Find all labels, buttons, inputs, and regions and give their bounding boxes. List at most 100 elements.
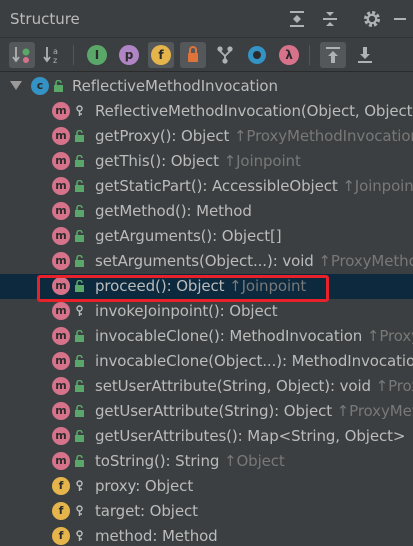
toolbar-separator (309, 45, 310, 65)
member-label: invocableClone(Object...): MethodInvocat… (95, 352, 413, 370)
method-icon: m (52, 252, 70, 270)
super-member-hint: ↑Joinpoint (223, 152, 301, 170)
tree-row[interactable]: m getArguments(): Object[] (0, 224, 413, 249)
member-signature: toString(): String (95, 452, 224, 470)
show-hierarchy-button[interactable] (212, 42, 238, 68)
tree-row[interactable]: m invokeJoinpoint(): Object (0, 299, 413, 324)
show-lambdas-button[interactable]: λ (276, 42, 302, 68)
red-highlight-box (37, 275, 329, 302)
public-lock-icon (75, 255, 84, 267)
autoscroll-from-source-button[interactable] (352, 42, 378, 68)
public-lock-icon (75, 405, 84, 417)
lambda-icon: λ (279, 45, 299, 65)
member-label: invocableClone(): MethodInvocation ↑Prox… (95, 327, 413, 345)
class-icon: c (31, 77, 49, 95)
protected-key-icon (76, 480, 83, 491)
autoscroll-to-source-button[interactable] (320, 42, 346, 68)
show-anonymous-button[interactable] (244, 42, 270, 68)
member-label: ReflectiveMethodInvocation(Object, Objec… (95, 102, 413, 120)
super-member-hint: ↑Object (223, 452, 285, 470)
member-label: getStaticPart(): AccessibleObject ↑Joinp… (95, 177, 413, 195)
tree-row[interactable]: m getUserAttribute(String): Object ↑Proxy… (0, 399, 413, 424)
tree-row[interactable]: m getStaticPart(): AccessibleObject ↑Join… (0, 174, 413, 199)
method-icon: m (52, 227, 70, 245)
member-label: getUserAttributes(): Map<String, Object> (95, 427, 405, 445)
autoscroll-to-source-icon (326, 47, 340, 63)
member-label: method: Method (95, 527, 218, 545)
tree-row[interactable]: m ReflectiveMethodInvocation(Object, Obje… (0, 99, 413, 124)
protected-key-icon (76, 505, 83, 516)
tree-row[interactable]: m invocableClone(Object...): MethodInvoca… (0, 349, 413, 374)
tree-row[interactable]: m setUserAttribute(String, Object): void … (0, 374, 413, 399)
tree-row[interactable]: f target: Object (0, 499, 413, 524)
super-member-hint: ↑Joinpoint (342, 177, 413, 195)
expand-arrow-icon[interactable] (10, 81, 22, 90)
show-inherited-button[interactable]: I (84, 42, 110, 68)
tree-row[interactable]: f method: Method (0, 524, 413, 546)
method-icon: m (52, 452, 70, 470)
sort-alphabetically-icon: a z (43, 47, 58, 65)
show-inherited-icon: I (87, 45, 107, 65)
show-properties-button[interactable]: p (116, 42, 142, 68)
expand-all-icon[interactable] (287, 9, 307, 29)
field-icon: f (52, 502, 70, 520)
super-member-hint: ↑Prox (375, 377, 413, 395)
member-label: getUserAttribute(String): Object ↑ProxyM… (95, 402, 413, 420)
gear-icon[interactable] (362, 9, 382, 29)
member-signature: target: Object (95, 502, 198, 520)
tree-row[interactable]: m getThis(): Object ↑Joinpoint (0, 149, 413, 174)
sort-by-visibility-button[interactable] (9, 42, 35, 68)
member-signature: setUserAttribute(String, Object): void (95, 377, 376, 395)
member-signature: getProxy(): Object (95, 127, 234, 145)
method-icon: m (52, 152, 70, 170)
tree-root-row[interactable]: c ReflectiveMethodInvocation (0, 74, 413, 99)
lock-icon (188, 46, 198, 62)
tree-row[interactable]: m setArguments(Object...): void ↑ProxyMet… (0, 249, 413, 274)
sort-by-visibility-icon (12, 47, 30, 63)
protected-key-icon (76, 530, 83, 541)
sort-alphabetically-button[interactable]: a z (40, 42, 66, 68)
tree-row[interactable]: m getMethod(): Method (0, 199, 413, 224)
tree-row[interactable]: m getUserAttributes(): Map<String, Object… (0, 424, 413, 449)
member-signature: ReflectiveMethodInvocation(Object, Objec… (95, 102, 413, 120)
show-fields-button[interactable]: f (148, 42, 174, 68)
member-label: getProxy(): Object ↑ProxyMethodInvocatio… (95, 127, 413, 145)
member-signature: getMethod(): Method (95, 202, 252, 220)
svg-text:a: a (53, 47, 58, 56)
tree-row[interactable]: m getProxy(): Object ↑ProxyMethodInvocati… (0, 124, 413, 149)
show-fields-icon: f (151, 45, 171, 65)
public-lock-icon (75, 180, 84, 192)
collapse-all-icon[interactable] (320, 9, 340, 29)
super-member-hint: ↑ProxyMet (336, 402, 413, 420)
method-icon: m (52, 127, 70, 145)
show-properties-icon: p (119, 45, 139, 65)
method-icon: m (52, 302, 70, 320)
tree-row[interactable]: f proxy: Object (0, 474, 413, 499)
public-lock-icon (75, 205, 84, 217)
method-icon: m (52, 427, 70, 445)
member-signature: setArguments(Object...): void (95, 252, 319, 270)
super-member-hint: ↑ProxyMethod (318, 252, 413, 270)
member-label: getArguments(): Object[] (95, 227, 282, 245)
tree-row[interactable]: m toString(): String ↑Object (0, 449, 413, 474)
field-icon: f (52, 477, 70, 495)
member-signature: getStaticPart(): AccessibleObject (95, 177, 343, 195)
super-member-hint: ↑Proxy (366, 327, 413, 345)
tree-row[interactable]: m invocableClone(): MethodInvocation ↑Pro… (0, 324, 413, 349)
panel-title: Structure (10, 10, 80, 28)
member-label: invokeJoinpoint(): Object (95, 302, 278, 320)
member-label: toString(): String ↑Object (95, 452, 285, 470)
member-signature: getThis(): Object (95, 152, 224, 170)
member-label: target: Object (95, 502, 198, 520)
member-label: proxy: Object (95, 477, 193, 495)
show-non-public-button[interactable] (180, 42, 206, 68)
structure-tree[interactable]: c ReflectiveMethodInvocation m Reflective… (0, 74, 413, 546)
super-member-hint: ↑ProxyMethodInvocation (233, 127, 413, 145)
method-icon: m (52, 352, 70, 370)
public-lock-icon (75, 430, 84, 442)
member-signature: getUserAttributes(): Map<String, Object> (95, 427, 406, 445)
protected-key-icon (76, 305, 83, 316)
public-lock-icon (75, 155, 84, 167)
member-signature: invokeJoinpoint(): Object (95, 302, 278, 320)
minimize-icon[interactable] (390, 9, 410, 29)
